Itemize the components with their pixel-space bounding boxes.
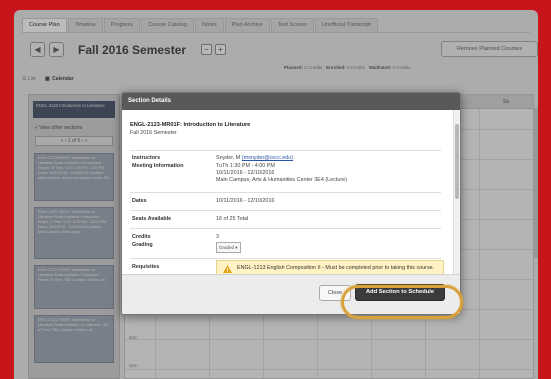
instructor-email-link[interactable]: (msnyder@occc.edu) [242, 155, 293, 161]
grading-label: Grading [132, 242, 153, 248]
divider [130, 228, 441, 229]
dialog-scrollbar[interactable] [453, 110, 460, 276]
section-details-dialog: Section Details ENGL-2123-MR01F: Introdu… [121, 92, 461, 315]
chevron-down-icon: ▾ [235, 245, 238, 250]
dialog-title: Section Details [122, 93, 460, 110]
requisite-text: ENGL-1213 English Composition II - Must … [237, 265, 435, 271]
credits-label: Credits [132, 234, 151, 240]
grading-select[interactable]: Graded ▾ [216, 242, 241, 253]
grading-value: Graded ▾ [216, 242, 241, 253]
dates-value: 10/11/2016 - 12/10/2016 [216, 198, 275, 204]
meeting-label: Meeting Information [132, 163, 184, 169]
meeting-time: TuTh 1:30 PM - 4:00 PM [216, 163, 275, 169]
meeting-location: Main Campus, Arts & Humanities Center 3E… [216, 177, 347, 183]
seats-value: 16 of 25 Total [216, 216, 249, 222]
course-title: ENGL-2123-MR01F: Introduction to Literat… [130, 122, 251, 128]
instructors-value: Snyder, M (msnyder@occc.edu) [216, 155, 293, 162]
page-scrollbar[interactable] [534, 108, 538, 258]
meeting-value: TuTh 1:30 PM - 4:00 PM 10/11/2016 - 12/1… [216, 163, 347, 184]
meeting-dates: 10/11/2016 - 12/10/2016 [216, 170, 275, 176]
divider [130, 258, 441, 259]
seats-label: Seats Available [132, 216, 172, 222]
divider [130, 210, 441, 211]
credits-value: 3 [216, 234, 219, 240]
requisites-label: Requisites [132, 264, 160, 270]
instructors-label: Instructors [132, 155, 161, 161]
highlight-ring [341, 285, 463, 319]
course-semester: Fall 2016 Semester [130, 130, 177, 136]
dialog-body: ENGL-2123-MR01F: Introduction to Literat… [122, 110, 455, 276]
grading-select-value: Graded [219, 245, 235, 250]
instructor-name: Snyder, M [216, 155, 241, 161]
dates-label: Dates [132, 198, 147, 204]
warning-icon [223, 265, 232, 273]
divider [130, 150, 441, 151]
scrollbar-thumb[interactable] [455, 124, 459, 199]
divider [130, 192, 441, 193]
